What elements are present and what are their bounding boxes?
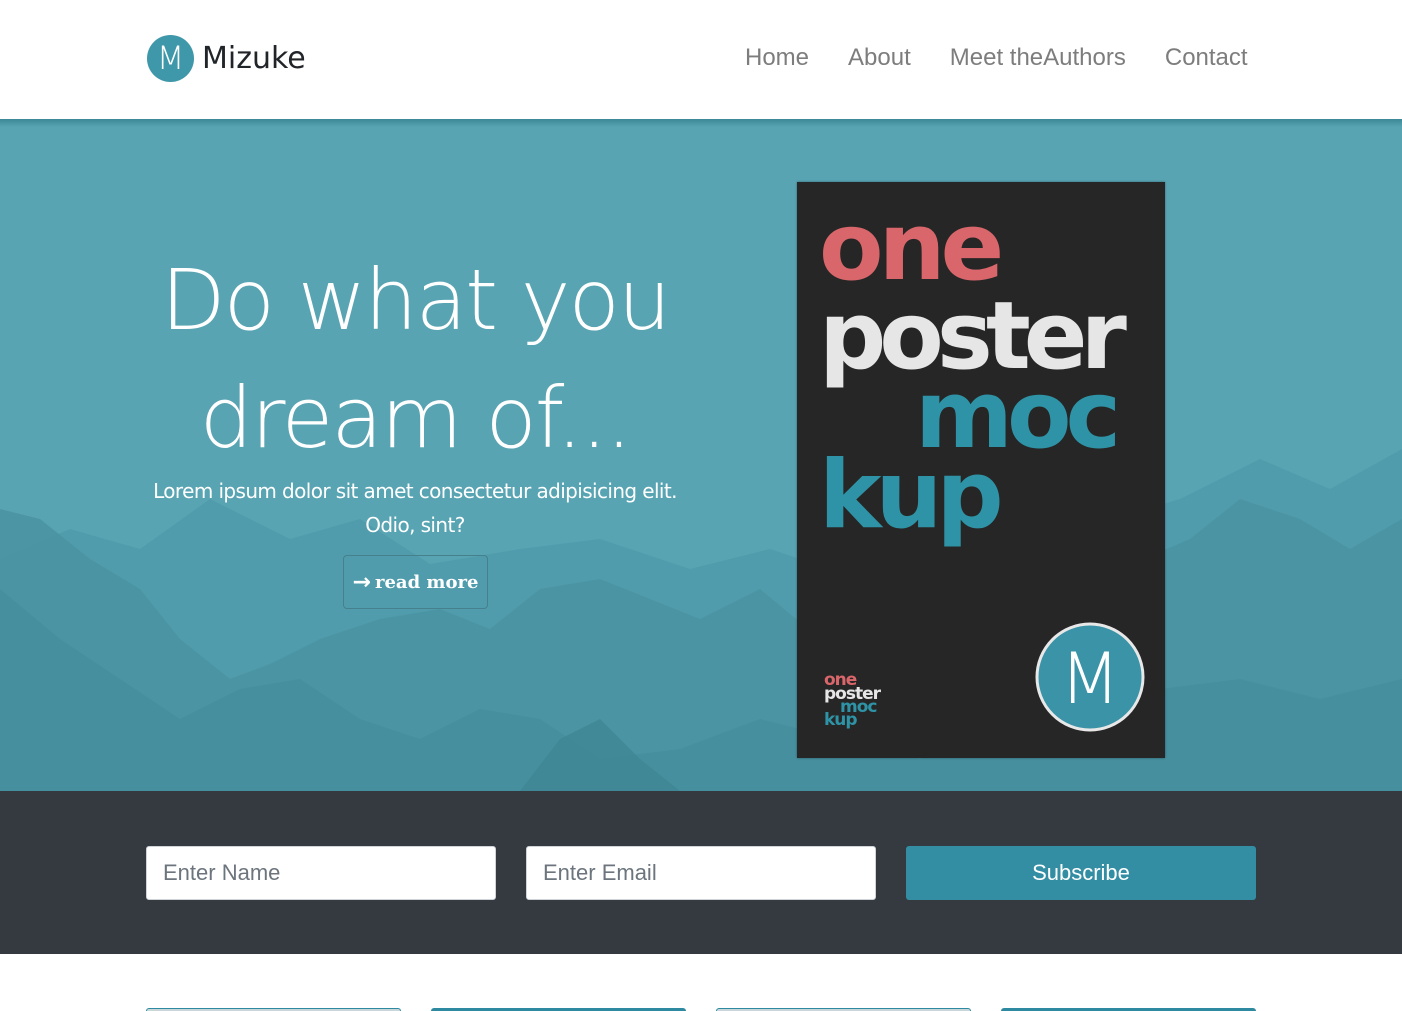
main-nav: Home About Meet theAuthors Contact <box>745 44 1248 72</box>
hero-title-line2: dream of... <box>199 369 633 467</box>
hero-title: Do what you dream of... <box>120 241 710 477</box>
nav-meet-the-authors[interactable]: Meet theAuthors <box>950 44 1126 72</box>
name-input-placeholder: Enter Name <box>163 860 281 885</box>
poster-word-kup: kup <box>819 441 1000 550</box>
subscribe-button[interactable]: Subscribe <box>906 846 1256 900</box>
arrow-right-icon: → <box>352 569 371 595</box>
brand-name: Mizuke <box>202 41 306 76</box>
nav-home[interactable]: Home <box>745 44 809 72</box>
hero-title-line1: Do what you <box>160 251 671 349</box>
brand-logo-letter: M <box>157 39 185 77</box>
poster-mockup: one poster moc kup one poster moc kup M <box>797 182 1165 758</box>
hero-section: Do what you dream of... Lorem ipsum dolo… <box>0 119 1402 791</box>
hero-subtitle: Lorem ipsum dolor sit amet consectetur a… <box>153 479 677 537</box>
poster-logo-letter: M <box>1060 638 1120 720</box>
brand-logo-icon: M <box>147 35 194 82</box>
brand[interactable]: M Mizuke <box>147 35 306 82</box>
subscribe-section: Enter Name Enter Email Subscribe <box>0 791 1402 954</box>
email-input-placeholder: Enter Email <box>543 860 657 885</box>
poster-small-kup: kup <box>824 710 857 730</box>
name-input[interactable]: Enter Name <box>146 846 496 900</box>
read-more-button[interactable]: → read more <box>343 555 488 609</box>
read-more-label: read more <box>374 571 479 593</box>
nav-contact[interactable]: Contact <box>1165 44 1248 72</box>
cards-section <box>0 954 1402 1011</box>
nav-about[interactable]: About <box>848 44 911 72</box>
hero-top-shadow <box>0 119 1402 127</box>
email-input[interactable]: Enter Email <box>526 846 876 900</box>
navbar: M Mizuke Home About Meet theAuthors Cont… <box>0 0 1402 119</box>
